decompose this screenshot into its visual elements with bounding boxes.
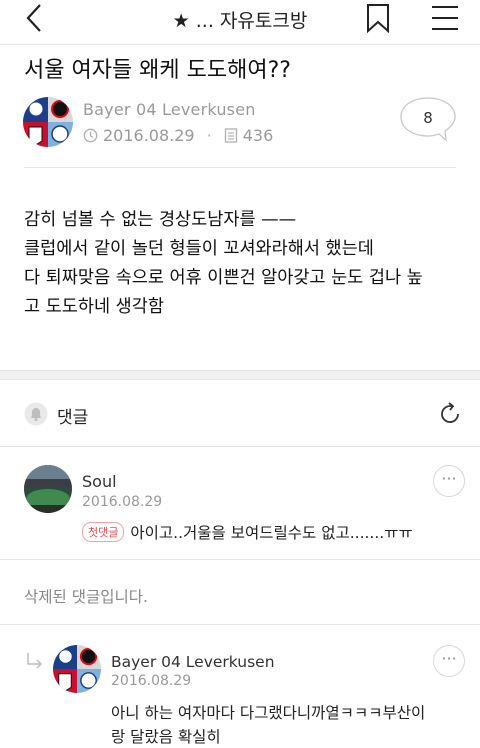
comments-heading: 댓글 bbox=[57, 408, 89, 428]
comment-content: 첫댓글 아이고..거울을 보여드릴수도 없고.......ㅠㅠ bbox=[82, 521, 413, 543]
comment-date: 2016.08.29 bbox=[82, 494, 163, 510]
meta-separator: · bbox=[206, 126, 212, 145]
reply-author[interactable]: Bayer 04 Leverkusen bbox=[111, 653, 275, 671]
top-bar: ★ ... 자유토크방 bbox=[0, 0, 480, 38]
views-document-icon bbox=[224, 128, 237, 143]
post-author[interactable]: Bayer 04 Leverkusen bbox=[83, 100, 256, 119]
divider bbox=[24, 167, 456, 168]
reply-more-button[interactable]: ··· bbox=[433, 645, 465, 677]
board-title[interactable]: ★ ... 자유토크방 bbox=[0, 6, 480, 33]
refresh-icon[interactable] bbox=[437, 401, 463, 427]
commenter-avatar[interactable] bbox=[24, 465, 72, 513]
post-body-line: 감히 넘볼 수 없는 경상도남자를 —— bbox=[24, 210, 297, 230]
post-views: 436 bbox=[242, 126, 274, 145]
post-title: 서울 여자들 왜케 도도해여?? bbox=[24, 58, 291, 83]
reply-text-line: 아니 하는 여자마다 다그랬다니까열ㅋㅋㅋ부산이 bbox=[111, 704, 426, 722]
deleted-comment: 삭제된 댓글입니다. bbox=[24, 588, 148, 606]
club-crests-avatar-image bbox=[23, 97, 73, 147]
divider bbox=[0, 559, 480, 560]
first-comment-badge: 첫댓글 bbox=[82, 522, 125, 542]
post-body-line: 고 도도하네 생각함 bbox=[24, 297, 164, 317]
club-crests-avatar-image bbox=[53, 645, 101, 693]
divider bbox=[0, 44, 480, 45]
reply-date: 2016.08.29 bbox=[111, 673, 192, 689]
reply-content: 아니 하는 여자마다 다그랬다니까열ㅋㅋㅋ부산이 랑 달랐음 확실히 bbox=[111, 701, 425, 748]
stadium-avatar-image bbox=[24, 465, 72, 513]
author-avatar[interactable] bbox=[23, 97, 73, 147]
comment-author[interactable]: Soul bbox=[82, 472, 117, 491]
comment-more-button[interactable]: ··· bbox=[433, 465, 465, 497]
clock-icon bbox=[83, 128, 98, 143]
reply-text-line: 랑 달랐음 확실히 bbox=[111, 728, 221, 746]
post-body-line: 클럽에서 같이 놀던 형들이 꼬셔와라해서 했는데 bbox=[24, 239, 374, 259]
post-body-line: 다 퇴짜맞음 속으로 어휴 이쁜건 알아갖고 눈도 겁나 높 bbox=[24, 268, 423, 288]
hamburger-menu-icon[interactable] bbox=[430, 4, 460, 32]
reply-author-avatar[interactable] bbox=[53, 645, 101, 693]
divider bbox=[0, 624, 480, 625]
comment-text: 아이고..거울을 보여드릴수도 없고.......ㅠㅠ bbox=[130, 524, 413, 542]
divider bbox=[0, 446, 480, 447]
bell-icon[interactable] bbox=[24, 402, 48, 426]
bookmark-icon[interactable] bbox=[364, 3, 392, 33]
section-separator bbox=[0, 370, 480, 380]
post-meta: 2016.08.29 · 436 bbox=[83, 126, 273, 145]
post-body: 감히 넘볼 수 없는 경상도남자를 —— 클럽에서 같이 놀던 형들이 꼬셔와라… bbox=[24, 206, 423, 322]
reply-arrow-icon bbox=[27, 653, 43, 669]
comment-count[interactable]: 8 bbox=[399, 109, 457, 127]
post-date: 2016.08.29 bbox=[103, 126, 195, 145]
